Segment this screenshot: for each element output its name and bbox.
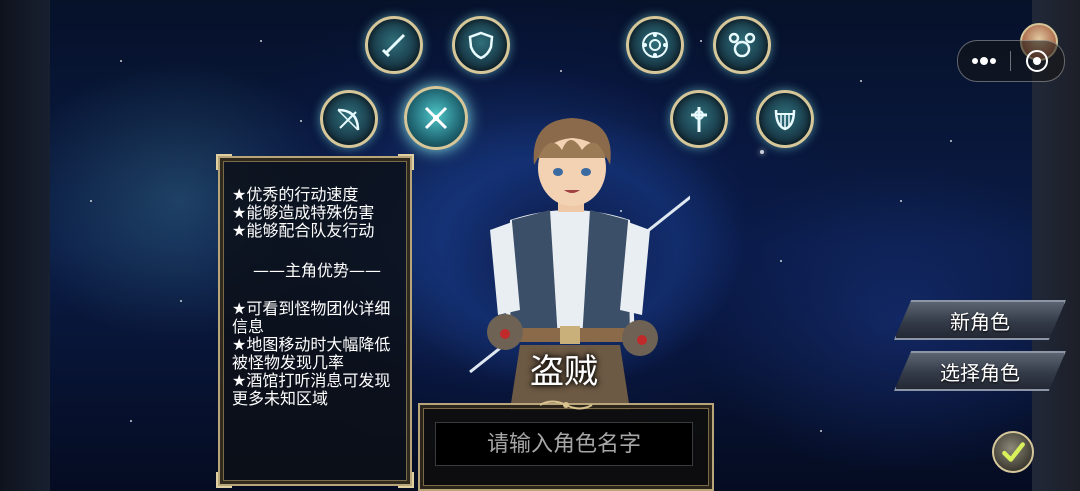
- checkmark-icon: [1002, 442, 1025, 462]
- character-name-input[interactable]: [435, 422, 693, 466]
- magic-circle-icon: [642, 32, 668, 58]
- miniprogram-capsule: [957, 40, 1065, 82]
- panel-corner: [216, 472, 232, 488]
- advantages-divider: ——主角优势——: [252, 261, 381, 280]
- advantage-line: ★地图移动时大幅降低被怪物发现几率: [232, 335, 391, 372]
- trait-line: ★优秀的行动速度: [232, 185, 359, 204]
- class-bow-button[interactable]: [320, 90, 378, 148]
- advantage-line: ★可看到怪物团伙详细信息: [232, 299, 391, 336]
- more-button[interactable]: [958, 41, 1010, 81]
- trait-line: ★能够造成特殊伤害: [232, 203, 375, 222]
- shield-icon: [468, 31, 494, 60]
- select-character-button[interactable]: 选择角色: [894, 351, 1066, 391]
- class-mage-button[interactable]: [626, 16, 684, 74]
- trait-line: ★能够配合队友行动: [232, 221, 375, 240]
- class-shield-button[interactable]: [452, 16, 510, 74]
- class-info-panel: ★优秀的行动速度 ★能够造成特殊伤害 ★能够配合队友行动 ——主角优势—— ★可…: [216, 154, 414, 488]
- close-button[interactable]: [1011, 41, 1063, 81]
- select-character-label: 选择角色: [940, 360, 1020, 385]
- bow-icon: [337, 108, 360, 131]
- advantage-line: ★酒馆打听消息可发现更多未知区域: [232, 371, 391, 408]
- panel-corner: [398, 154, 414, 170]
- panel-corner: [398, 472, 414, 488]
- class-bard-button[interactable]: [756, 90, 814, 148]
- paw-icon: [728, 32, 756, 58]
- class-paw-button[interactable]: [713, 16, 771, 74]
- frame-ornament-icon: [539, 400, 593, 410]
- panel-corner: [216, 154, 232, 170]
- confirm-button[interactable]: [992, 431, 1034, 473]
- class-sword-button[interactable]: [365, 16, 423, 74]
- class-name-label: 盗贼: [530, 352, 598, 392]
- crossed-daggers-icon: [424, 106, 448, 130]
- record-circle-icon: [1026, 50, 1048, 72]
- sword-icon: [381, 33, 406, 58]
- left-border: [0, 0, 50, 491]
- more-dots-icon: [972, 57, 996, 65]
- new-character-button[interactable]: 新角色: [894, 300, 1066, 340]
- lyre-icon: [774, 109, 796, 131]
- new-character-label: 新角色: [950, 309, 1010, 334]
